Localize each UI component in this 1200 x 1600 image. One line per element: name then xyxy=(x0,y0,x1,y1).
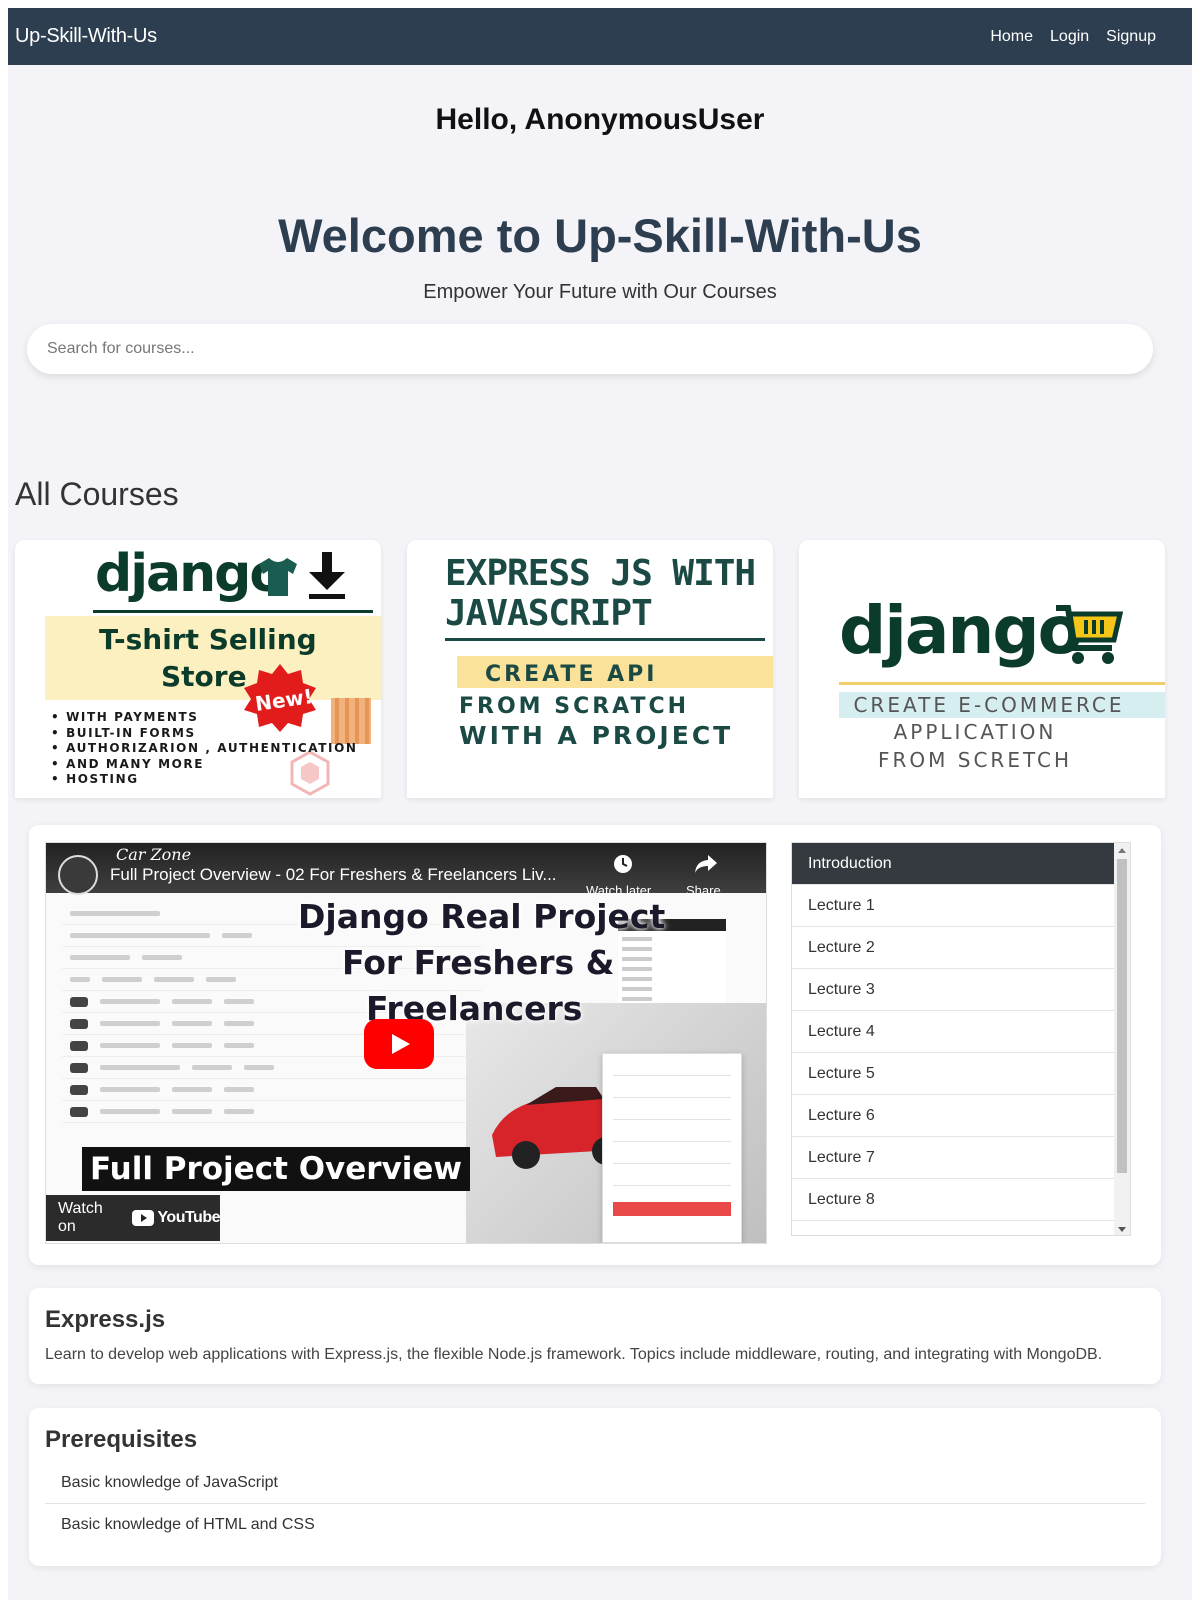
youtube-icon xyxy=(132,1210,155,1226)
watch-on-youtube-button[interactable]: Watch on YouTube xyxy=(46,1195,220,1241)
express-line3: WITH A PROJECT xyxy=(459,721,734,750)
download-icon xyxy=(309,552,345,599)
course-name: Express.js xyxy=(45,1306,166,1333)
prerequisite-item: Basic knowledge of JavaScript xyxy=(45,1462,1145,1504)
lecture-item-introduction[interactable]: Introduction xyxy=(792,843,1116,885)
course-cards: django T-shirt Selling Store New! • WITH… xyxy=(15,540,1175,798)
video-search-panel xyxy=(602,1053,742,1243)
nav-home-link[interactable]: Home xyxy=(990,28,1033,46)
page-title: Welcome to Up-Skill-With-Us xyxy=(278,209,922,262)
video-caption: Full Project Overview xyxy=(82,1147,471,1191)
navbar: Up-Skill-With-Us Home Login Signup xyxy=(8,8,1192,65)
prerequisites-list: Basic knowledge of JavaScript Basic know… xyxy=(45,1462,1145,1546)
video-panel: Car Zone Full Project Overview - 02 For … xyxy=(29,825,1161,1265)
channel-avatar[interactable] xyxy=(58,855,98,895)
lecture-item-2[interactable]: Lecture 2 xyxy=(792,927,1116,969)
scroll-thumb[interactable] xyxy=(1117,859,1127,1173)
tshirt-icon xyxy=(259,558,297,596)
feature-item: WITH PAYMENTS xyxy=(51,710,358,726)
lecture-item-6[interactable]: Lecture 6 xyxy=(792,1095,1116,1137)
course-description: Learn to develop web applications with E… xyxy=(45,1346,1103,1363)
shopping-cart-icon xyxy=(1056,605,1124,664)
nav-login-link[interactable]: Login xyxy=(1050,28,1089,46)
lecture-scrollbar[interactable] xyxy=(1114,843,1130,1235)
tagline: Empower Your Future with Our Courses xyxy=(423,281,777,303)
all-courses-heading: All Courses xyxy=(15,476,179,512)
django-logo-text: django xyxy=(839,592,1083,669)
lecture-item-5[interactable]: Lecture 5 xyxy=(792,1053,1116,1095)
prerequisite-item: Basic knowledge of HTML and CSS xyxy=(61,1516,315,1533)
course-card-django-tshirt[interactable]: django T-shirt Selling Store New! • WITH… xyxy=(15,540,381,798)
feature-item: BUILT-IN FORMS xyxy=(51,726,358,742)
video-title[interactable]: Full Project Overview - 02 For Freshers … xyxy=(110,865,557,885)
clock-icon[interactable] xyxy=(612,853,634,875)
page: Up-Skill-With-Us Home Login Signup Hello… xyxy=(8,8,1192,1600)
divider xyxy=(445,638,765,641)
feature-item: AUTHORIZARION , AUTHENTICATION xyxy=(51,741,358,757)
course-card-django-ecommerce[interactable]: django CREATE E-COMMERCE APPLICATION FRO… xyxy=(799,540,1165,798)
greeting: Hello, AnonymousUser xyxy=(435,103,765,136)
express-title-line2: JAVASCRIPT xyxy=(445,593,653,634)
feature-item: HOSTING xyxy=(51,772,358,788)
lecture-item-7[interactable]: Lecture 7 xyxy=(792,1137,1116,1179)
prerequisites-card: Prerequisites Basic knowledge of JavaScr… xyxy=(29,1408,1161,1566)
feature-item: AND MANY MORE xyxy=(51,757,358,773)
video-player[interactable]: Car Zone Full Project Overview - 02 For … xyxy=(45,842,767,1244)
divider xyxy=(839,682,1165,685)
express-line2: FROM SCRATCH xyxy=(459,694,690,719)
prerequisites-heading: Prerequisites xyxy=(45,1426,198,1453)
scroll-down-icon[interactable] xyxy=(1118,1227,1126,1232)
express-title-line1: EXPRESS JS WITH xyxy=(445,553,756,594)
ecom-line3: FROM SCRETCH xyxy=(878,748,1072,772)
express-line1: CREATE API xyxy=(485,662,658,687)
channel-name: Car Zone xyxy=(116,845,192,864)
tshirt-title-line1: T-shirt Selling xyxy=(99,623,317,656)
express-title: EXPRESS JS WITH JAVASCRIPT xyxy=(445,553,756,634)
scroll-up-icon[interactable] xyxy=(1118,848,1126,853)
youtube-label: YouTube xyxy=(157,1209,220,1226)
lecture-item-1[interactable]: Lecture 1 xyxy=(792,885,1116,927)
ecom-line1: CREATE E-COMMERCE xyxy=(853,693,1125,717)
watch-later-label[interactable]: Watch later xyxy=(586,883,651,898)
nav-signup-link[interactable]: Signup xyxy=(1106,28,1156,46)
play-button-icon[interactable] xyxy=(364,1019,434,1069)
lecture-item-3[interactable]: Lecture 3 xyxy=(792,969,1116,1011)
tshirt-title-line2: Store xyxy=(161,660,247,693)
divider xyxy=(93,610,373,613)
lecture-item-8[interactable]: Lecture 8 xyxy=(792,1179,1116,1221)
lecture-item-9[interactable]: Lecture 9 xyxy=(792,1221,1116,1235)
course-card-express[interactable]: EXPRESS JS WITH JAVASCRIPT CREATE API FR… xyxy=(407,540,773,798)
lecture-item-4[interactable]: Lecture 4 xyxy=(792,1011,1116,1053)
feature-list: WITH PAYMENTS BUILT-IN FORMS AUTHORIZARI… xyxy=(51,710,358,788)
watch-on-label: Watch on xyxy=(58,1200,103,1235)
search-input[interactable] xyxy=(27,324,1153,374)
video-overlay-line1: Django Real Project xyxy=(298,897,666,936)
lecture-list: Introduction Lecture 1 Lecture 2 Lecture… xyxy=(791,842,1131,1236)
brand-link[interactable]: Up-Skill-With-Us xyxy=(15,25,157,48)
youtube-logo: YouTube xyxy=(132,1209,220,1227)
course-info-card: Express.js Learn to develop web applicat… xyxy=(29,1288,1161,1384)
nav-links: Home Login Signup xyxy=(990,28,1156,46)
share-label[interactable]: Share xyxy=(686,883,721,898)
share-icon[interactable] xyxy=(694,853,718,875)
ecom-line2: APPLICATION xyxy=(893,720,1057,744)
video-overlay-line2: For Freshers & xyxy=(342,943,615,982)
